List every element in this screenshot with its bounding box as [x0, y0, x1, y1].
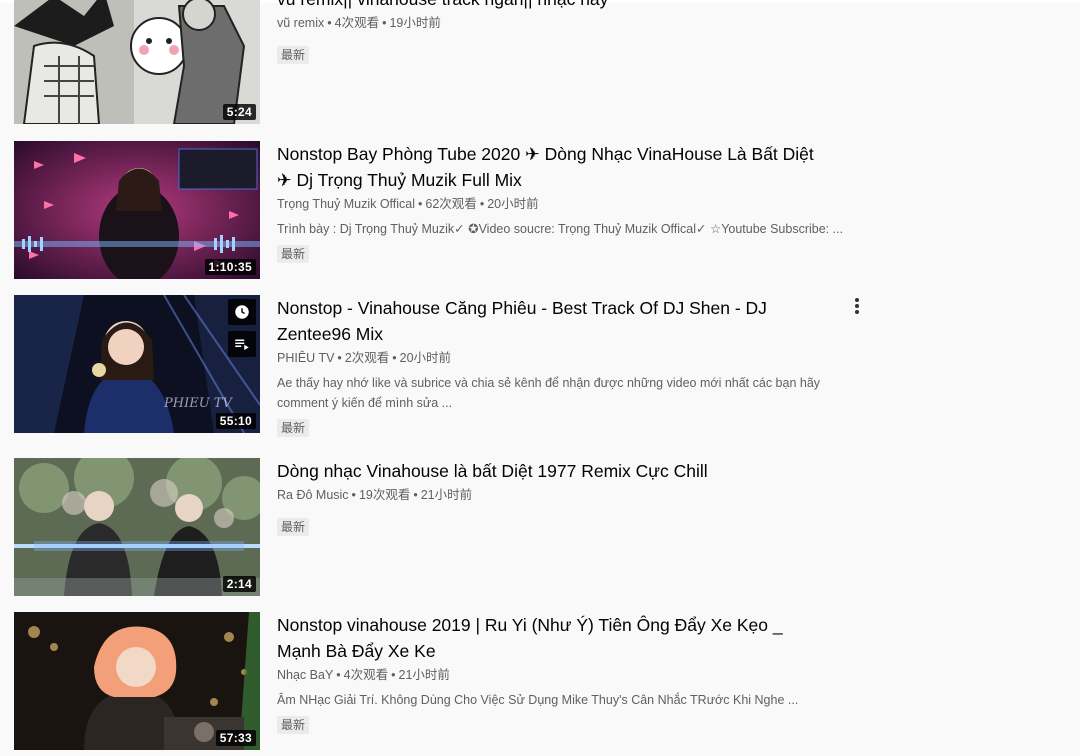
- video-thumbnail[interactable]: 1:10:35: [14, 141, 260, 279]
- video-meta: Nonstop vinahouse 2019 | Ru Yi (Như Ý) T…: [277, 612, 837, 734]
- video-title-continued[interactable]: Zentee96 Mix: [277, 321, 837, 347]
- separator-dot: •: [391, 668, 396, 682]
- video-description: Âm NHạc Giải Trí. Không Dùng Cho Việc Sử…: [277, 693, 799, 707]
- queue-icon: [235, 339, 249, 350]
- video-thumbnail[interactable]: 5:24: [14, 0, 260, 124]
- video-thumbnail[interactable]: PHIEU TV 55:10: [14, 295, 260, 433]
- video-description: Trình bày : Dj Trọng Thuỷ Muzik✓ ✪Video …: [277, 222, 844, 236]
- channel-name[interactable]: PHIÊU TV: [277, 351, 334, 365]
- search-results-list: 5:24 vũ remix|| vinahouse track ngắn|| n…: [0, 0, 1080, 756]
- more-vert-icon: [855, 298, 859, 314]
- video-title[interactable]: Nonstop - Vinahouse Căng Phiêu - Best Tr…: [277, 295, 837, 321]
- separator-dot: •: [336, 668, 341, 682]
- video-byline: Trọng Thuỷ Muzik Offical • 62次观看 • 20小时前: [277, 195, 837, 213]
- new-badge: 最新: [277, 46, 310, 64]
- upload-age: 20小时前: [399, 351, 452, 365]
- video-duration: 57:33: [215, 730, 256, 746]
- separator-dot: •: [418, 197, 423, 211]
- video-result-3[interactable]: PHIEU TV 55:10 Nonstop - Vinahouse Căng …: [14, 295, 894, 437]
- view-count: 4次观看: [343, 668, 389, 682]
- video-thumbnail[interactable]: 2:14: [14, 458, 260, 596]
- channel-name[interactable]: Nhạc BaY: [277, 668, 333, 682]
- clock-icon: [235, 305, 249, 319]
- upload-age: 21小时前: [420, 488, 473, 502]
- more-actions-button[interactable]: [848, 295, 866, 317]
- separator-dot: •: [382, 16, 387, 30]
- channel-name[interactable]: Ra Đô Music: [277, 488, 349, 502]
- view-count: 62次观看: [425, 197, 477, 211]
- view-count: 19次观看: [358, 488, 411, 502]
- video-duration: 5:24: [222, 104, 256, 120]
- video-title-continued[interactable]: Mạnh Bà Đẩy Xe Ke: [277, 638, 837, 664]
- new-badge: 最新: [277, 419, 310, 437]
- separator-dot: •: [479, 197, 485, 211]
- upload-age: 21小时前: [398, 668, 450, 682]
- video-thumbnail[interactable]: 57:33: [14, 612, 260, 750]
- new-badge: 最新: [277, 716, 310, 734]
- video-description: Ae thấy hay nhớ like và subrice và chia …: [277, 376, 821, 410]
- video-duration: 1:10:35: [204, 259, 256, 275]
- add-to-queue-button[interactable]: [228, 331, 256, 357]
- separator-dot: •: [337, 351, 342, 365]
- video-byline: Nhạc BaY • 4次观看 • 21小时前: [277, 666, 837, 684]
- video-title[interactable]: Dòng nhạc Vinahouse là bất Diệt 1977 Rem…: [277, 458, 837, 484]
- channel-name[interactable]: vũ remix: [277, 16, 324, 30]
- video-result-5[interactable]: 57:33 Nonstop vinahouse 2019 | Ru Yi (Nh…: [14, 612, 894, 752]
- view-count: 2次观看: [344, 351, 390, 365]
- video-result-4[interactable]: 2:14 Dòng nhạc Vinahouse là bất Diệt 197…: [14, 458, 894, 598]
- video-result-2[interactable]: 1:10:35 Nonstop Bay Phòng Tube 2020 ✈ Dò…: [14, 141, 894, 281]
- video-meta: Nonstop Bay Phòng Tube 2020 ✈ Dòng Nhạc …: [277, 141, 843, 263]
- channel-name[interactable]: Trọng Thuỷ Muzik Offical: [277, 197, 415, 211]
- video-duration: 2:14: [222, 576, 256, 592]
- video-byline: vũ remix • 4次观看 • 19小时前: [277, 14, 837, 32]
- upload-age: 19小时前: [389, 16, 441, 30]
- video-duration: 55:10: [215, 413, 256, 429]
- separator-dot: •: [413, 488, 418, 502]
- separator-dot: •: [392, 351, 397, 365]
- video-title[interactable]: vũ remix|| vinahouse track ngắn|| nhạc h…: [277, 0, 837, 12]
- video-meta: Dòng nhạc Vinahouse là bất Diệt 1977 Rem…: [277, 458, 837, 536]
- separator-dot: •: [327, 16, 332, 30]
- video-title[interactable]: Nonstop vinahouse 2019 | Ru Yi (Như Ý) T…: [277, 612, 837, 638]
- video-meta: Nonstop - Vinahouse Căng Phiêu - Best Tr…: [277, 295, 837, 437]
- view-count: 4次观看: [334, 16, 380, 30]
- separator-dot: •: [351, 488, 356, 502]
- video-title-continued[interactable]: ✈ Dj Trọng Thuỷ Muzik Full Mix: [277, 167, 837, 193]
- svg-text:PHIEU TV: PHIEU TV: [163, 396, 233, 411]
- watch-later-button[interactable]: [228, 299, 256, 325]
- new-badge: 最新: [277, 245, 310, 263]
- video-title[interactable]: Nonstop Bay Phòng Tube 2020 ✈ Dòng Nhạc …: [277, 141, 837, 167]
- video-byline: PHIÊU TV • 2次观看 • 20小时前: [277, 349, 837, 367]
- video-result-1[interactable]: 5:24 vũ remix|| vinahouse track ngắn|| n…: [14, 0, 894, 126]
- new-badge: 最新: [277, 518, 310, 536]
- video-meta: vũ remix|| vinahouse track ngắn|| nhạc h…: [277, 0, 837, 64]
- video-byline: Ra Đô Music • 19次观看 • 21小时前: [277, 486, 837, 504]
- upload-age: 20小时前: [487, 197, 539, 211]
